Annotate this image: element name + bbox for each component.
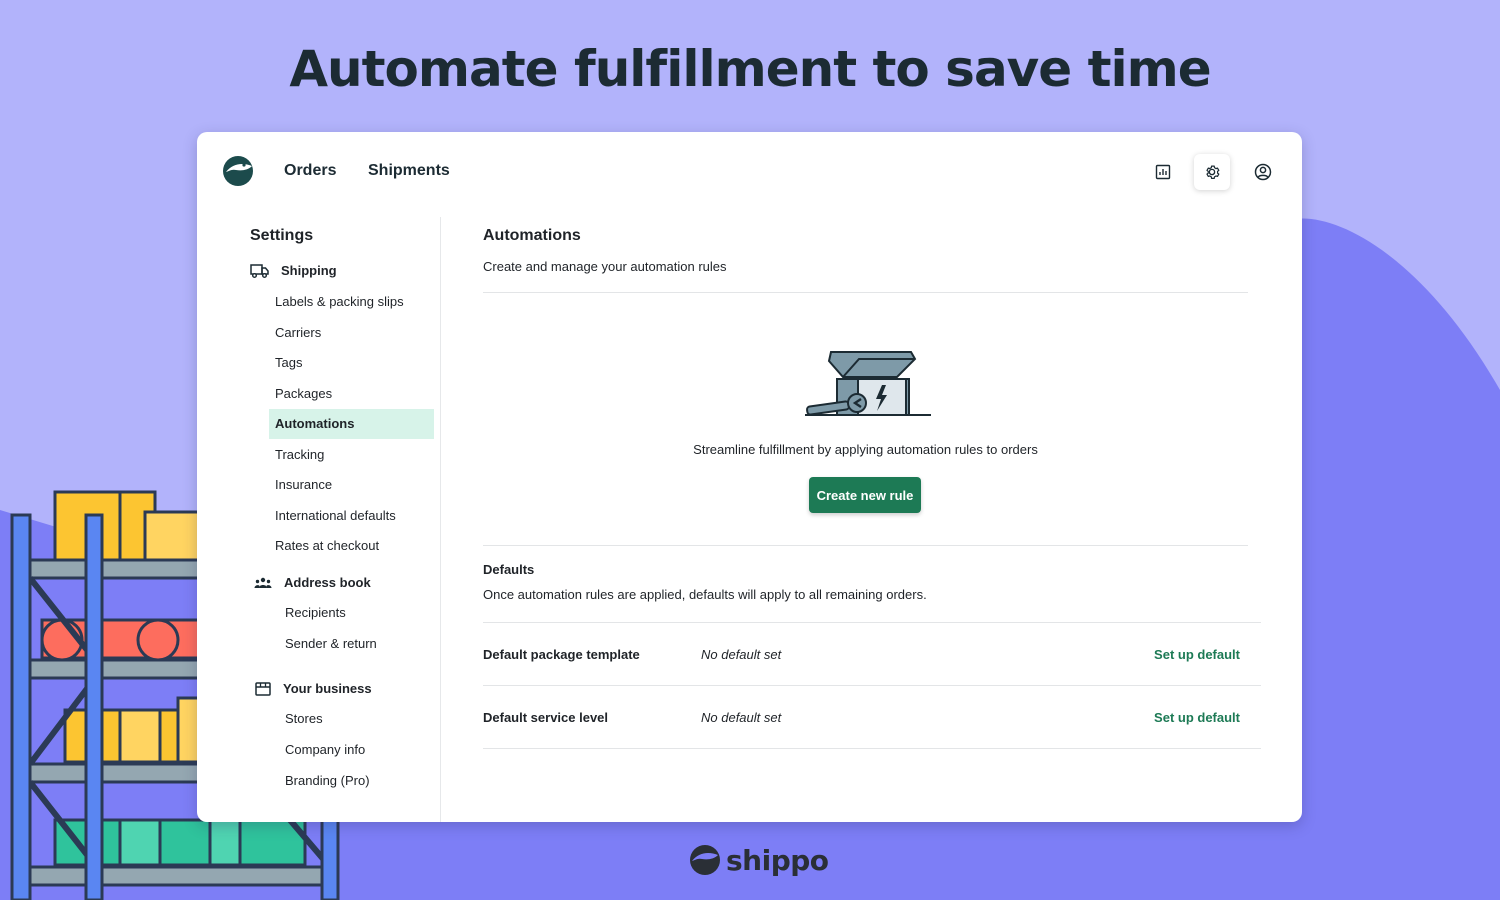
sidebar-item-branding-pro[interactable]: Branding (Pro)	[279, 766, 444, 796]
sidebar-item-recipients[interactable]: Recipients	[279, 598, 444, 628]
sidebar-section-label: Your business	[283, 681, 372, 696]
account-button[interactable]	[1245, 154, 1281, 190]
reports-button[interactable]	[1145, 154, 1181, 190]
sidebar-item-packages[interactable]: Packages	[269, 379, 434, 409]
settings-button[interactable]	[1194, 154, 1230, 190]
sidebar-item-international-defaults[interactable]: International defaults	[269, 501, 434, 531]
reports-icon	[1155, 164, 1171, 180]
divider	[483, 622, 1261, 623]
brand-name: shippo	[726, 843, 829, 877]
page-description: Create and manage your automation rules	[483, 259, 727, 274]
sidebar-item-company-info[interactable]: Company info	[279, 735, 444, 765]
toolbox-illustration	[805, 351, 931, 416]
shippo-brand: shippo	[688, 843, 829, 877]
create-new-rule-button[interactable]: Create new rule	[809, 477, 921, 513]
headline: Automate fulfillment to save time	[289, 40, 1211, 98]
default-service-level-value: No default set	[701, 710, 782, 725]
nav-shipments[interactable]: Shipments	[368, 162, 450, 180]
default-package-template-value: No default set	[701, 647, 782, 662]
divider	[483, 748, 1261, 749]
divider	[483, 545, 1248, 546]
sidebar-item-stores[interactable]: Stores	[279, 704, 444, 734]
sidebar-section-shipping[interactable]: Shipping	[250, 263, 337, 278]
default-service-level-label: Default service level	[483, 710, 609, 725]
default-package-template-label: Default package template	[483, 647, 640, 662]
people-icon	[254, 577, 272, 588]
divider	[483, 685, 1261, 686]
empty-state-text: Streamline fulfillment by applying autom…	[693, 442, 1038, 457]
store-icon	[255, 681, 271, 696]
sidebar-section-address-book[interactable]: Address book	[254, 575, 371, 590]
sidebar-section-your-business[interactable]: Your business	[255, 681, 372, 696]
settings-sidebar: Settings Shipping Labels & packing slips…	[197, 217, 441, 822]
sidebar-section-label: Shipping	[281, 263, 337, 278]
set-up-default-service-link[interactable]: Set up default	[1154, 710, 1240, 725]
defaults-description: Once automation rules are applied, defau…	[483, 587, 927, 602]
sidebar-item-insurance[interactable]: Insurance	[269, 470, 434, 500]
sidebar-item-labels-packing-slips[interactable]: Labels & packing slips	[269, 287, 434, 317]
sidebar-item-automations[interactable]: Automations	[269, 409, 434, 439]
user-circle-icon	[1254, 163, 1272, 181]
divider	[483, 292, 1248, 293]
sidebar-item-carriers[interactable]: Carriers	[269, 318, 434, 348]
sidebar-item-sender-return[interactable]: Sender & return	[279, 629, 444, 659]
sidebar-item-tracking[interactable]: Tracking	[269, 440, 434, 470]
truck-icon	[250, 263, 269, 278]
shippo-logo-icon	[690, 845, 720, 875]
defaults-title: Defaults	[483, 562, 535, 577]
nav-orders[interactable]: Orders	[284, 162, 336, 180]
set-up-default-package-link[interactable]: Set up default	[1154, 647, 1240, 662]
sidebar-title: Settings	[250, 227, 314, 244]
app-window: Orders Shipments Settings Shipping Label…	[197, 132, 1302, 822]
sidebar-item-tags[interactable]: Tags	[269, 348, 434, 378]
page-title: Automations	[483, 227, 581, 244]
sidebar-item-rates-at-checkout[interactable]: Rates at checkout	[269, 531, 434, 561]
shippo-logo-icon[interactable]	[222, 154, 256, 188]
sidebar-section-label: Address book	[284, 575, 371, 590]
gear-icon	[1206, 165, 1220, 179]
